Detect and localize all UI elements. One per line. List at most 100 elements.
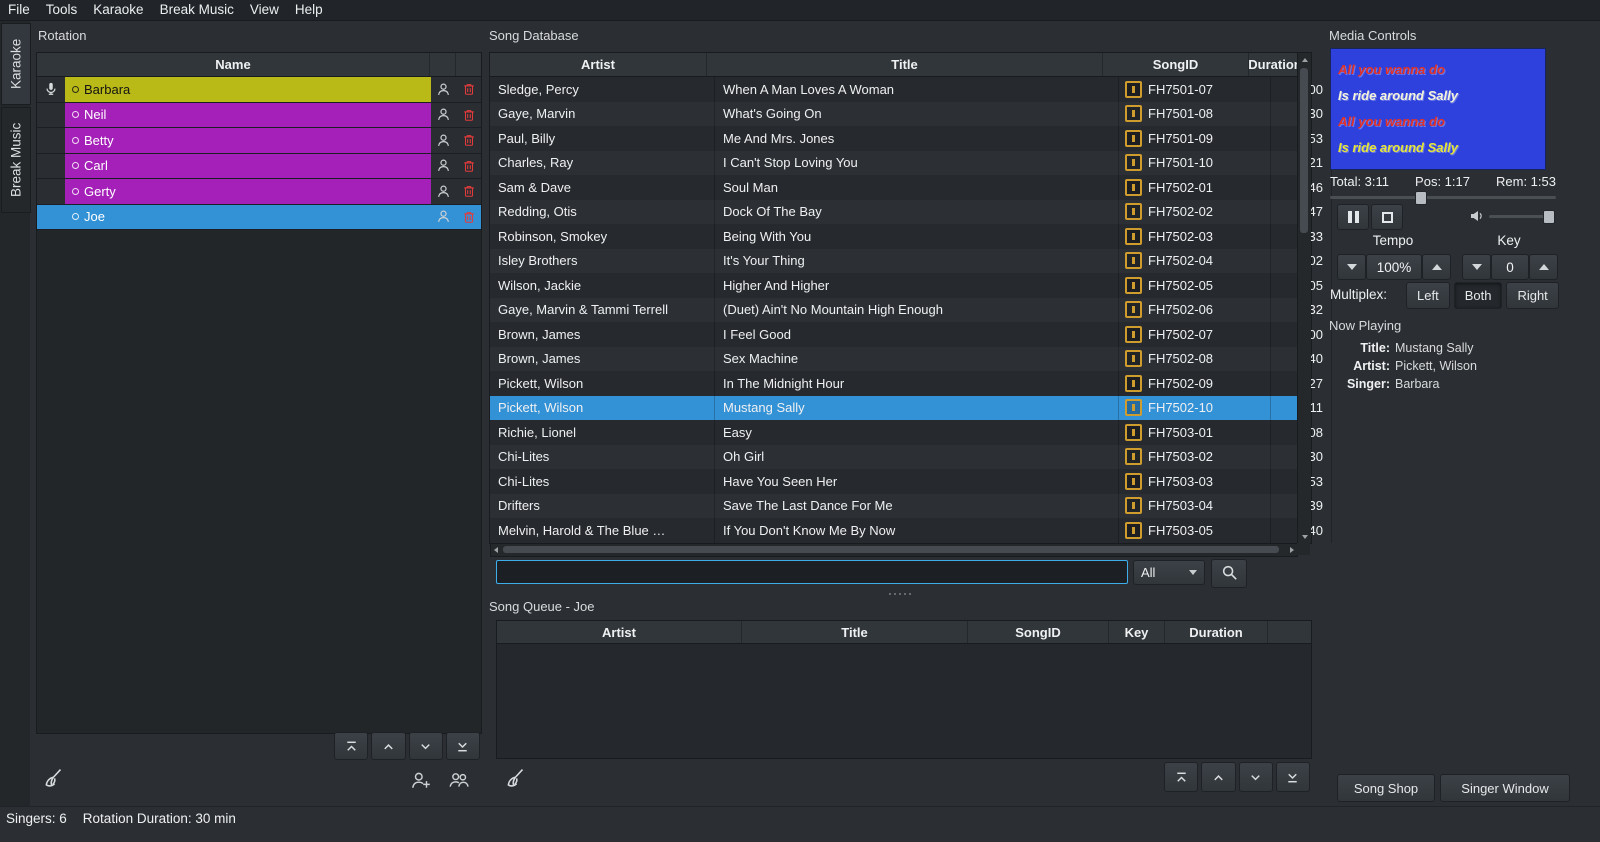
search-input[interactable] [496, 560, 1128, 584]
scrollbar-thumb[interactable] [1300, 68, 1308, 233]
position-slider[interactable] [1330, 190, 1556, 204]
rotation-column-name[interactable]: Name [37, 53, 430, 76]
regular-singers-button[interactable] [443, 766, 475, 796]
clear-rotation-button[interactable] [38, 764, 70, 796]
rotation-row[interactable]: Betty [37, 128, 481, 154]
singer-info-button[interactable] [431, 154, 456, 179]
songdb-column-duration[interactable]: Duration [1249, 53, 1302, 76]
rotation-row[interactable]: Gerty [37, 179, 481, 205]
rotation-row[interactable]: Neil [37, 103, 481, 129]
singer-delete-button[interactable] [456, 103, 481, 128]
songdb-column-songid[interactable]: SongID [1103, 53, 1249, 76]
singer-info-button[interactable] [431, 205, 456, 230]
song-title: If You Don't Know Me By Now [715, 518, 1119, 543]
menu-file[interactable]: File [0, 0, 38, 20]
scroll-right-icon[interactable] [1290, 547, 1294, 553]
queue-move-down-button[interactable] [1239, 762, 1273, 792]
song-row[interactable]: Brown, JamesI Feel GoodFH7502-073:00 [490, 322, 1298, 347]
scroll-down-icon[interactable] [1298, 530, 1311, 543]
tempo-up-button[interactable] [1422, 254, 1451, 280]
song-artist: Redding, Otis [490, 200, 715, 225]
song-shop-button[interactable]: Song Shop [1337, 774, 1435, 802]
multiplex-right-button[interactable]: Right [1506, 282, 1558, 309]
menu-view[interactable]: View [242, 0, 287, 20]
splitter-handle[interactable] [855, 591, 945, 597]
singer-delete-button[interactable] [456, 128, 481, 153]
tempo-down-button[interactable] [1337, 254, 1366, 280]
singer-delete-button[interactable] [456, 154, 481, 179]
queue-column-key[interactable]: Key [1109, 621, 1165, 643]
song-row[interactable]: Sam & DaveSoul ManFH7502-012:46 [490, 175, 1298, 200]
song-row[interactable]: Melvin, Harold & The Blue …If You Don't … [490, 518, 1298, 543]
song-row[interactable]: Richie, LionelEasyFH7503-014:08 [490, 420, 1298, 445]
singer-delete-button[interactable] [456, 77, 481, 102]
singer-delete-button[interactable] [456, 205, 481, 230]
scrollbar-thumb[interactable] [503, 546, 1279, 553]
songdb-column-title[interactable]: Title [707, 53, 1103, 76]
tab-break-music[interactable]: Break Music [1, 107, 31, 213]
menu-tools[interactable]: Tools [38, 0, 86, 20]
queue-column-title[interactable]: Title [742, 621, 968, 643]
queue-column-artist[interactable]: Artist [497, 621, 742, 643]
rotation-row[interactable]: Carl [37, 154, 481, 180]
slider-handle[interactable] [1543, 210, 1555, 224]
song-row[interactable]: Redding, OtisDock Of The BayFH7502-022:4… [490, 200, 1298, 225]
song-row[interactable]: Brown, JamesSex MachineFH7502-085:40 [490, 347, 1298, 372]
scroll-up-icon[interactable] [1298, 53, 1311, 66]
multiplex-left-button[interactable]: Left [1406, 282, 1450, 309]
singer-info-button[interactable] [431, 103, 456, 128]
queue-move-bottom-button[interactable] [1276, 762, 1310, 792]
songdb-column-artist[interactable]: Artist [490, 53, 707, 76]
rotation-move-bottom-button[interactable] [446, 732, 480, 760]
song-row[interactable]: Isley BrothersIt's Your ThingFH7502-043:… [490, 249, 1298, 274]
slider-handle[interactable] [1415, 191, 1427, 205]
rotation-row[interactable]: Barbara [37, 77, 481, 103]
singer-info-button[interactable] [431, 179, 456, 204]
song-row[interactable]: Charles, RayI Can't Stop Loving YouFH750… [490, 151, 1298, 176]
song-queue-header: ArtistTitleSongIDKeyDuration [497, 621, 1311, 644]
singer-info-button[interactable] [431, 128, 456, 153]
volume-slider[interactable] [1489, 209, 1554, 223]
menu-break-music[interactable]: Break Music [152, 0, 242, 20]
scroll-left-icon[interactable] [494, 547, 498, 553]
rotation-row[interactable]: Joe [37, 205, 481, 231]
song-row[interactable]: Wilson, JackieHigher And HigherFH7502-05… [490, 273, 1298, 298]
tab-karaoke[interactable]: Karaoke [1, 23, 31, 105]
search-button[interactable] [1211, 559, 1247, 588]
lyrics-line: All you wanna do [1338, 57, 1545, 83]
menu-karaoke[interactable]: Karaoke [85, 0, 151, 20]
song-row[interactable]: Pickett, WilsonMustang SallyFH7502-103:1… [490, 396, 1298, 421]
horizontal-scrollbar[interactable] [490, 543, 1298, 557]
song-row[interactable]: Chi-LitesOh GirlFH7503-023:30 [490, 445, 1298, 470]
song-row[interactable]: DriftersSave The Last Dance For MeFH7503… [490, 494, 1298, 519]
rotation-move-down-button[interactable] [409, 732, 443, 760]
rotation-move-up-button[interactable] [371, 732, 405, 760]
queue-move-top-button[interactable] [1164, 762, 1198, 792]
add-singer-button[interactable] [406, 766, 436, 796]
song-row[interactable]: Gaye, Marvin & Tammi Terrell(Duet) Ain't… [490, 298, 1298, 323]
cdg-file-icon [1125, 522, 1142, 539]
stop-button[interactable] [1371, 204, 1403, 230]
song-row[interactable]: Paul, BillyMe And Mrs. JonesFH7501-093:5… [490, 126, 1298, 151]
singer-window-button[interactable]: Singer Window [1440, 774, 1570, 802]
key-down-button[interactable] [1462, 254, 1491, 280]
singer-delete-button[interactable] [456, 179, 481, 204]
song-row[interactable]: Chi-LitesHave You Seen HerFH7503-034:53 [490, 469, 1298, 494]
pause-button[interactable] [1337, 204, 1369, 230]
rotation-column-info [430, 53, 456, 76]
singer-info-button[interactable] [431, 77, 456, 102]
queue-column-duration[interactable]: Duration [1165, 621, 1268, 643]
clear-queue-button[interactable] [500, 764, 532, 796]
queue-column-songid[interactable]: SongID [968, 621, 1109, 643]
menu-help[interactable]: Help [287, 0, 331, 20]
song-row[interactable]: Pickett, WilsonIn The Midnight HourFH750… [490, 371, 1298, 396]
vertical-scrollbar[interactable] [1297, 53, 1311, 543]
rotation-move-top-button[interactable] [334, 732, 368, 760]
multiplex-both-button[interactable]: Both [1454, 282, 1503, 309]
key-up-button[interactable] [1529, 254, 1558, 280]
queue-move-up-button[interactable] [1201, 762, 1235, 792]
search-scope-dropdown[interactable]: All [1133, 560, 1205, 585]
song-row[interactable]: Gaye, MarvinWhat's Going OnFH7501-083:30 [490, 102, 1298, 127]
song-row[interactable]: Sledge, PercyWhen A Man Loves A WomanFH7… [490, 77, 1298, 102]
song-row[interactable]: Robinson, SmokeyBeing With YouFH7502-034… [490, 224, 1298, 249]
